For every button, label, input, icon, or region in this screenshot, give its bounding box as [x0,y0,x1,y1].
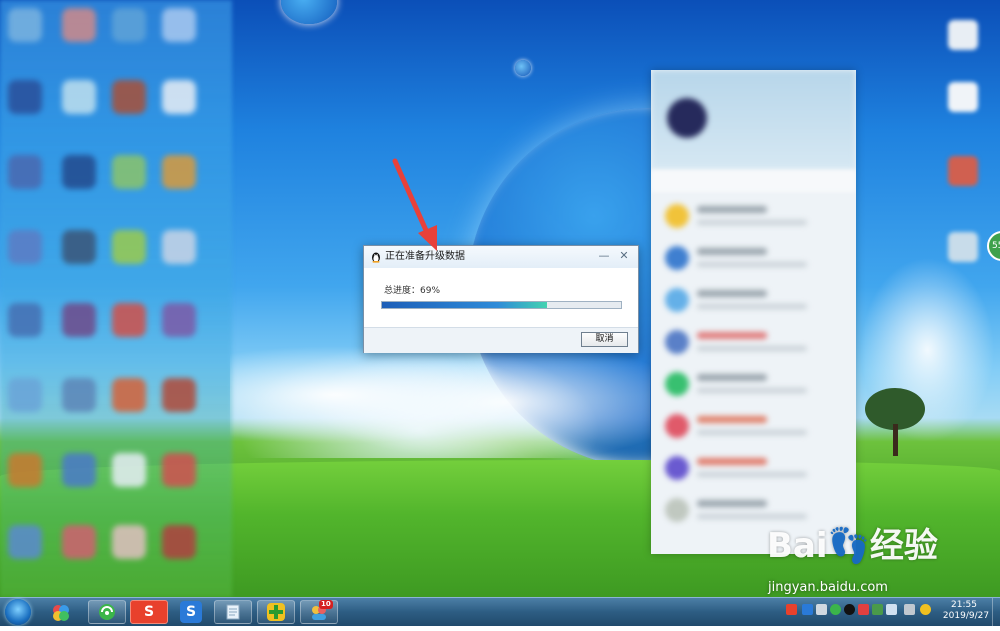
desktop-icon[interactable] [112,303,146,337]
desktop-icon[interactable] [62,303,96,337]
qq-main-panel[interactable] [651,70,856,554]
minimize-button[interactable]: — [597,249,611,263]
desktop-icon[interactable] [8,303,42,337]
annotation-arrow-icon [392,158,437,251]
clock-time[interactable]: 21:55 [942,600,986,611]
desktop-icon[interactable] [8,8,42,42]
wallpaper-moon [281,0,337,24]
desktop-icon[interactable] [8,230,42,264]
qq-contact-row[interactable] [651,406,856,446]
sogou-s-icon[interactable]: S [130,600,168,624]
desktop-icon[interactable] [162,525,196,559]
volume-tray-icon[interactable] [904,604,915,615]
desktop-icon[interactable] [62,8,96,42]
qq-group-icon[interactable]: 10 [300,600,338,624]
sogou-s-blue-label: S [180,601,202,623]
desktop-icon[interactable] [112,80,146,114]
qq-contact-row[interactable] [651,364,856,404]
taskbar: S S 10 21:55 2019/9/27 [0,597,1000,626]
desktop-icon[interactable] [162,155,196,189]
shield-tray-icon[interactable] [858,604,869,615]
qq-penguin-icon [370,251,382,263]
qq-tray-icon[interactable] [844,604,855,615]
qq-contact-row[interactable] [651,322,856,362]
desktop-icon[interactable] [62,453,96,487]
progress-bar-fill [382,302,547,308]
desktop-icon[interactable] [8,80,42,114]
desktop-icon[interactable] [112,378,146,412]
dialog-footer: 取消 [364,327,638,353]
sogou-s-label: S [143,604,155,620]
baidu-jingyan-logo: Bai👣经验 [767,526,938,566]
qq-contact-row[interactable] [651,448,856,488]
desktop-icon[interactable] [8,155,42,189]
watermark-url: jingyan.baidu.com [768,580,888,595]
desktop-icon[interactable] [112,8,146,42]
wallpaper-tree [865,388,927,458]
desktop-icon[interactable] [8,378,42,412]
desktop-icon[interactable] [162,80,196,114]
show-desktop-button[interactable] [992,598,1000,626]
desktop-icon[interactable] [112,230,146,264]
desktop-icon[interactable] [62,155,96,189]
desktop-icon[interactable] [112,155,146,189]
desktop-icon[interactable] [62,525,96,559]
desktop-icon[interactable] [162,8,196,42]
desktop-wallpaper: 55 正在准备升级数据 — ✕ 总进度：69% 取消 [0,0,1000,597]
wallpaper-small-moon [515,60,531,76]
app-tray-icon[interactable] [816,604,827,615]
qq-contact-row[interactable] [651,196,856,236]
desktop-icon-right[interactable] [948,82,978,112]
progress-bar [381,301,622,309]
desktop-icon[interactable] [112,525,146,559]
upgrade-dialog: 正在准备升级数据 — ✕ 总进度：69% 取消 [363,245,639,353]
qq-contact-row[interactable] [651,238,856,278]
360-tray-icon[interactable] [830,604,841,615]
system-tray [786,604,936,620]
flower-app-icon[interactable] [42,600,80,624]
qq-user-avatar[interactable] [667,98,707,138]
desktop-icon[interactable] [62,230,96,264]
360-browser-icon[interactable] [88,600,126,624]
progress-label: 总进度：69% [384,286,441,296]
desktop-icon-right[interactable] [948,232,978,262]
desktop-icon[interactable] [62,378,96,412]
close-button[interactable]: ✕ [617,249,631,263]
security-tray-icon[interactable] [886,604,897,615]
desktop-icon[interactable] [112,453,146,487]
addon-tray-icon[interactable] [920,604,931,615]
sogou-tray-icon[interactable] [786,604,797,615]
monitor-tray-icon[interactable] [802,604,813,615]
notification-badge: 10 [319,600,333,609]
desktop-icon[interactable] [162,303,196,337]
network-tray-icon[interactable] [872,604,883,615]
desktop-icon-right[interactable] [948,20,978,50]
sogou-s-blue-icon[interactable]: S [172,600,210,624]
plus-app-icon[interactable] [257,600,295,624]
desktop-icon[interactable] [162,230,196,264]
qq-panel-tabs[interactable] [651,170,856,192]
cancel-button[interactable]: 取消 [581,332,628,347]
desktop-icon[interactable] [8,453,42,487]
start-orb-icon[interactable] [5,599,31,625]
qq-contact-row[interactable] [651,280,856,320]
desktop-icon[interactable] [62,80,96,114]
desktop-icon[interactable] [162,453,196,487]
desktop-icon-right[interactable] [948,156,978,186]
clock-date[interactable]: 2019/9/27 [942,611,990,622]
notepad-icon[interactable] [214,600,252,624]
desktop-icon[interactable] [8,525,42,559]
desktop-icon[interactable] [162,378,196,412]
